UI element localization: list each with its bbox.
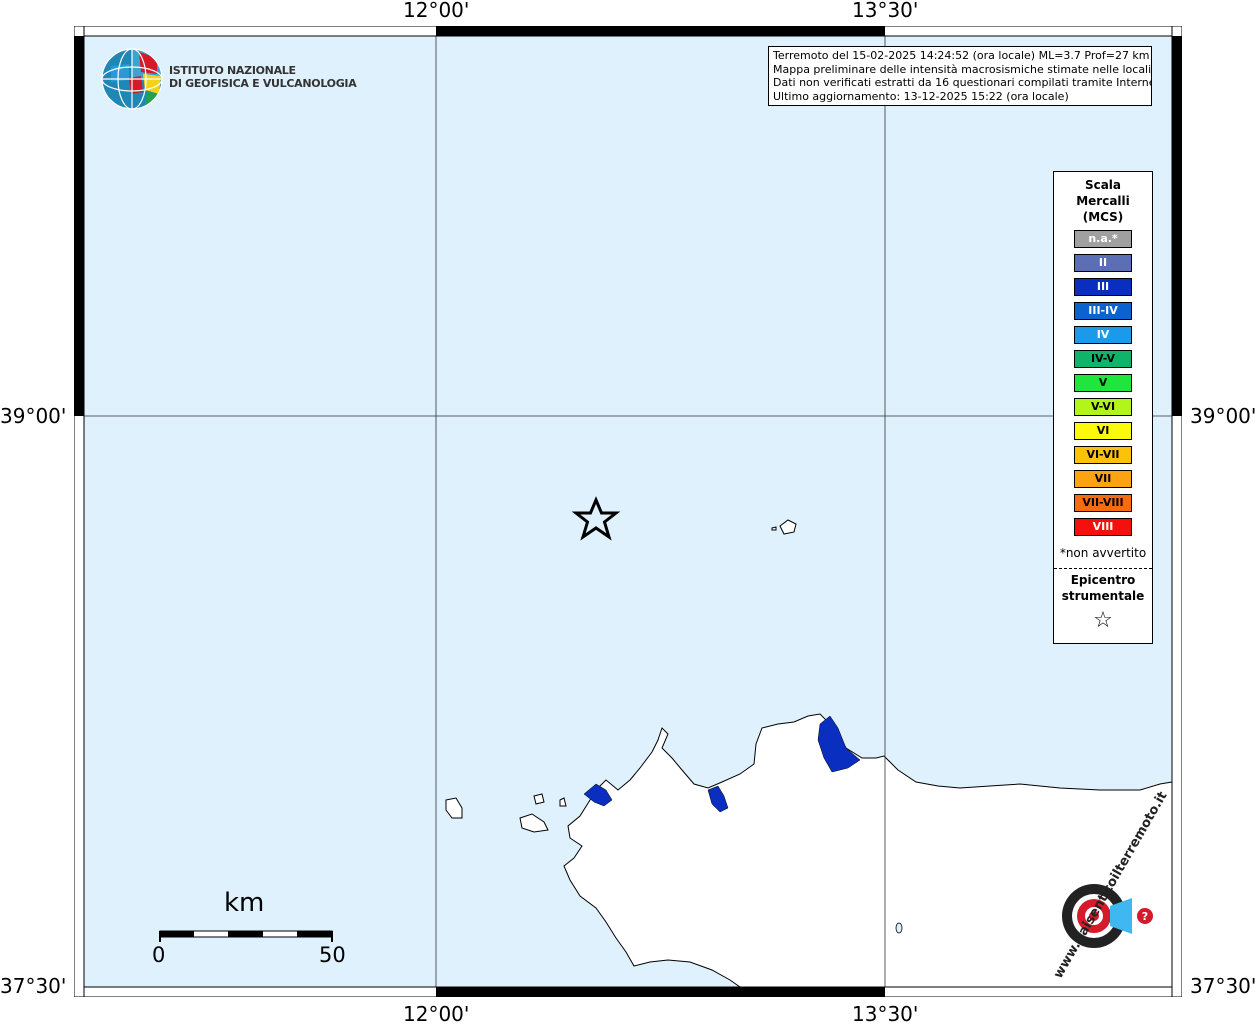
legend-swatch-v: V bbox=[1074, 374, 1132, 392]
info-line-2: Mappa preliminare delle intensità macros… bbox=[773, 62, 1152, 76]
scale-unit: km bbox=[224, 888, 265, 918]
legend-swatch-vii: VII bbox=[1074, 470, 1132, 488]
inland-lake bbox=[895, 922, 903, 934]
legend-epicenter: Epicentro strumentale ☆ bbox=[1054, 572, 1152, 636]
islet-ustica bbox=[771, 526, 777, 531]
legend-swatch-vii-viii: VII-VIII bbox=[1074, 494, 1132, 512]
legend-swatch-iii-iv: III-IV bbox=[1074, 302, 1132, 320]
lat-label-mid-left: 39°00' bbox=[0, 404, 67, 428]
lat-label-bottom-left: 37°30' bbox=[0, 974, 67, 998]
legend-swatch-n-a-: n.a.* bbox=[1074, 230, 1132, 248]
ingv-logo-text: ISTITUTO NAZIONALE DI GEOFISICA E VULCAN… bbox=[169, 64, 357, 90]
logo-line-1: ISTITUTO NAZIONALE bbox=[169, 64, 296, 77]
lon-label-top-left: 12°00' bbox=[403, 0, 470, 22]
legend-swatch-ii: II bbox=[1074, 254, 1132, 272]
legend-swatch-vi-vii: VI-VII bbox=[1074, 446, 1132, 464]
scale-min: 0 bbox=[152, 943, 166, 967]
legend-swatch-iv: IV bbox=[1074, 326, 1132, 344]
info-line-4: Ultimo aggiornamento: 13-12-2025 15:22 (… bbox=[773, 89, 1069, 103]
legend-star-icon: ☆ bbox=[1093, 608, 1113, 633]
legend-title: Scala Mercalli (MCS) bbox=[1076, 178, 1130, 224]
event-info-box: Terremoto del 15-02-2025 14:24:52 (ora l… bbox=[768, 46, 1152, 106]
lon-label-top-right: 13°30' bbox=[852, 0, 919, 22]
legend-swatch-iii: III bbox=[1074, 278, 1132, 296]
lat-label-mid-right: 39°00' bbox=[1190, 404, 1255, 428]
logo-line-2: DI GEOFISICA E VULCANOLOGIA bbox=[169, 77, 357, 90]
legend-swatch-vi: VI bbox=[1074, 422, 1132, 440]
legend-swatch-iv-v: IV-V bbox=[1074, 350, 1132, 368]
intensity-map: ? bbox=[74, 26, 1182, 997]
ingv-globe-icon bbox=[101, 48, 163, 110]
legend-swatch-v-vi: V-VI bbox=[1074, 398, 1132, 416]
island-levanzo bbox=[533, 793, 545, 805]
svg-text:?: ? bbox=[1142, 910, 1148, 923]
legend-divider bbox=[1054, 568, 1152, 569]
lon-label-bottom-left: 12°00' bbox=[403, 1002, 470, 1026]
mcs-legend: Scala Mercalli (MCS) n.a.* II III III-IV IV I… bbox=[1053, 171, 1153, 644]
info-line-1: Terremoto del 15-02-2025 14:24:52 (ora l… bbox=[773, 49, 1150, 62]
lat-label-bottom-right: 37°30' bbox=[1190, 974, 1255, 998]
scale-max: 50 bbox=[319, 943, 346, 967]
legend-swatch-viii: VIII bbox=[1074, 518, 1132, 536]
info-line-3: Dati non verificati estratti da 16 quest… bbox=[773, 76, 1152, 89]
lon-label-bottom-right: 13°30' bbox=[852, 1002, 919, 1026]
legend-note: *non avvertito bbox=[1059, 546, 1147, 560]
